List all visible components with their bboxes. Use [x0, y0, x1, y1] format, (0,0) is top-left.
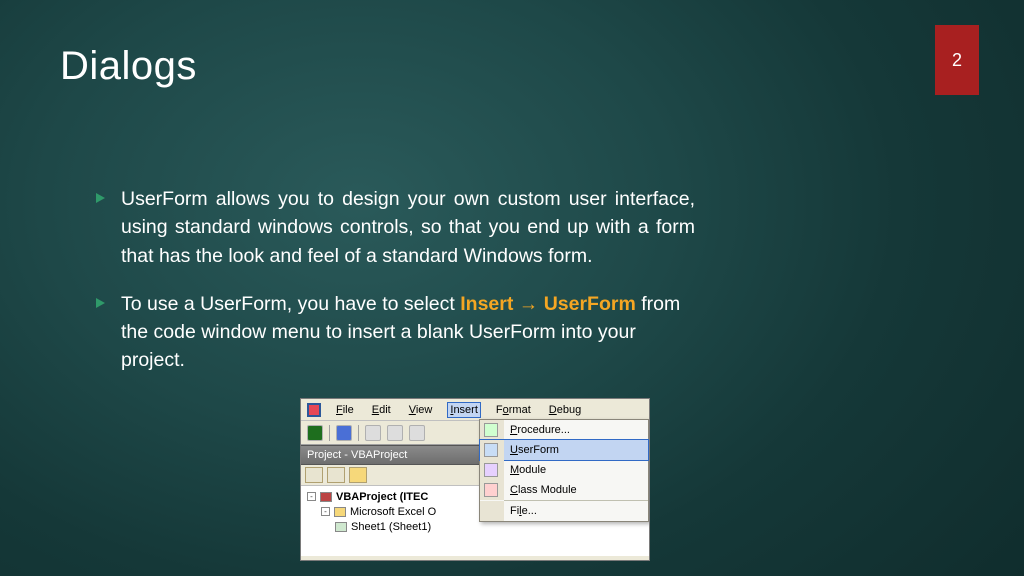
- page-number: 2: [952, 50, 962, 71]
- menu-item-file[interactable]: File...: [480, 501, 648, 521]
- bullet-text-2: To use a UserForm, you have to select In…: [121, 290, 695, 375]
- slide-title: Dialogs: [60, 44, 197, 89]
- paste-icon[interactable]: [409, 425, 425, 441]
- view-object-icon[interactable]: [327, 467, 345, 483]
- menu-file[interactable]: File: [333, 402, 357, 418]
- slide: 2 Dialogs UserForm allows you to design …: [0, 0, 1024, 576]
- folder-icon: [334, 507, 346, 517]
- vba-app-icon: [307, 403, 321, 417]
- view-code-icon[interactable]: [305, 467, 323, 483]
- module-icon: [484, 463, 498, 477]
- bullet-list: UserForm allows you to design your own c…: [95, 185, 695, 395]
- copy-icon[interactable]: [387, 425, 403, 441]
- menubar: File Edit View Insert Format Debug: [301, 399, 649, 421]
- bullet-arrow-icon: [95, 192, 107, 204]
- menu-item-module[interactable]: Module: [480, 460, 648, 480]
- bullet-text-1: UserForm allows you to design your own c…: [121, 185, 695, 270]
- menu-view[interactable]: View: [406, 402, 436, 418]
- expander-icon[interactable]: -: [321, 507, 330, 516]
- toggle-folders-icon[interactable]: [349, 467, 367, 483]
- menu-format[interactable]: Format: [493, 402, 534, 418]
- bullet-item: To use a UserForm, you have to select In…: [95, 290, 695, 375]
- project-icon: [320, 492, 332, 502]
- expander-icon[interactable]: -: [307, 492, 316, 501]
- worksheet-icon: [335, 522, 347, 532]
- save-icon[interactable]: [336, 425, 352, 441]
- toolbar-separator: [358, 425, 359, 441]
- cut-icon[interactable]: [365, 425, 381, 441]
- vba-screenshot: File Edit View Insert Format Debug Proje…: [300, 398, 650, 561]
- highlight-userform: UserForm: [544, 293, 636, 315]
- menu-item-userform[interactable]: UserForm: [480, 440, 648, 460]
- menu-debug[interactable]: Debug: [546, 402, 584, 418]
- menu-item-procedure[interactable]: Procedure...: [480, 420, 648, 440]
- procedure-icon: [484, 423, 498, 437]
- toolbar-separator: [329, 425, 330, 441]
- bullet-arrow-icon: [95, 297, 107, 309]
- class-module-icon: [484, 483, 498, 497]
- menu-insert[interactable]: Insert: [447, 402, 481, 418]
- highlight-insert: Insert: [460, 293, 513, 315]
- userform-icon: [484, 443, 498, 457]
- insert-dropdown-menu: Procedure... UserForm Module Class Modul…: [479, 419, 649, 522]
- excel-icon[interactable]: [307, 425, 323, 441]
- page-number-badge: 2: [935, 25, 979, 95]
- menu-item-class-module[interactable]: Class Module: [480, 480, 648, 500]
- bullet-item: UserForm allows you to design your own c…: [95, 185, 695, 270]
- menu-edit[interactable]: Edit: [369, 402, 394, 418]
